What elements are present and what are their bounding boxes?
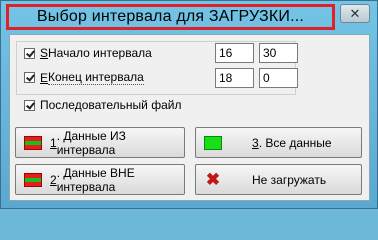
start-hotkey: S [40,46,49,60]
data-out-label: . Данные ВНЕ интервала [56,165,135,194]
close-button[interactable]: ✕ [340,4,370,23]
red-x-icon: ✖ [205,169,221,189]
checkbox-checked-icon [24,47,35,59]
start-minutes-input[interactable]: 30 [259,43,298,63]
end-interval-label: Конец интервала [48,70,144,85]
start-interval-checkbox[interactable]: S Начало интервала [24,46,152,60]
data-in-hotkey: 1 [50,135,57,150]
data-in-interval-button[interactable]: 1. Данные ИЗ интервала [15,127,185,158]
checkbox-checked-icon [24,99,35,111]
data-in-label: . Данные ИЗ интервала [56,128,126,157]
end-minutes-input[interactable]: 0 [259,68,298,88]
dont-load-button[interactable]: ✖ Не загружать [195,164,362,195]
all-data-button[interactable]: 3. Все данные [195,127,362,158]
sequential-file-checkbox[interactable]: Последовательный файл [24,98,181,112]
end-interval-checkbox[interactable]: E Конец интервала [24,70,144,85]
start-interval-label: Начало интервала [48,46,152,60]
red-green-stripes-icon [24,172,42,187]
window-title: Выбор интервала для ЗАГРУЗКИ... [36,8,305,25]
green-square-icon [204,135,222,150]
title-bar: Выбор интервала для ЗАГРУЗКИ... [6,4,335,30]
end-hours-input[interactable]: 18 [215,68,254,88]
sequential-file-label: Последовательный файл [40,98,182,112]
close-icon: ✕ [349,5,361,21]
start-hours-input[interactable]: 16 [215,43,254,63]
all-data-label: . Все данные [258,135,332,150]
dont-load-label: Не загружать [252,172,327,187]
red-green-stripes-icon [24,135,42,150]
data-out-interval-button[interactable]: 2. Данные ВНЕ интервала [15,164,185,195]
checkbox-checked-icon [24,72,35,83]
data-out-hotkey: 2 [50,172,57,187]
all-data-hotkey: 3 [252,135,259,150]
end-hotkey: E [40,70,49,85]
dialog-window: Выбор интервала для ЗАГРУЗКИ... ✕ S Нача… [0,0,378,209]
dialog-client-area: S Начало интервала 16 30 E Конец интерва… [9,34,370,201]
